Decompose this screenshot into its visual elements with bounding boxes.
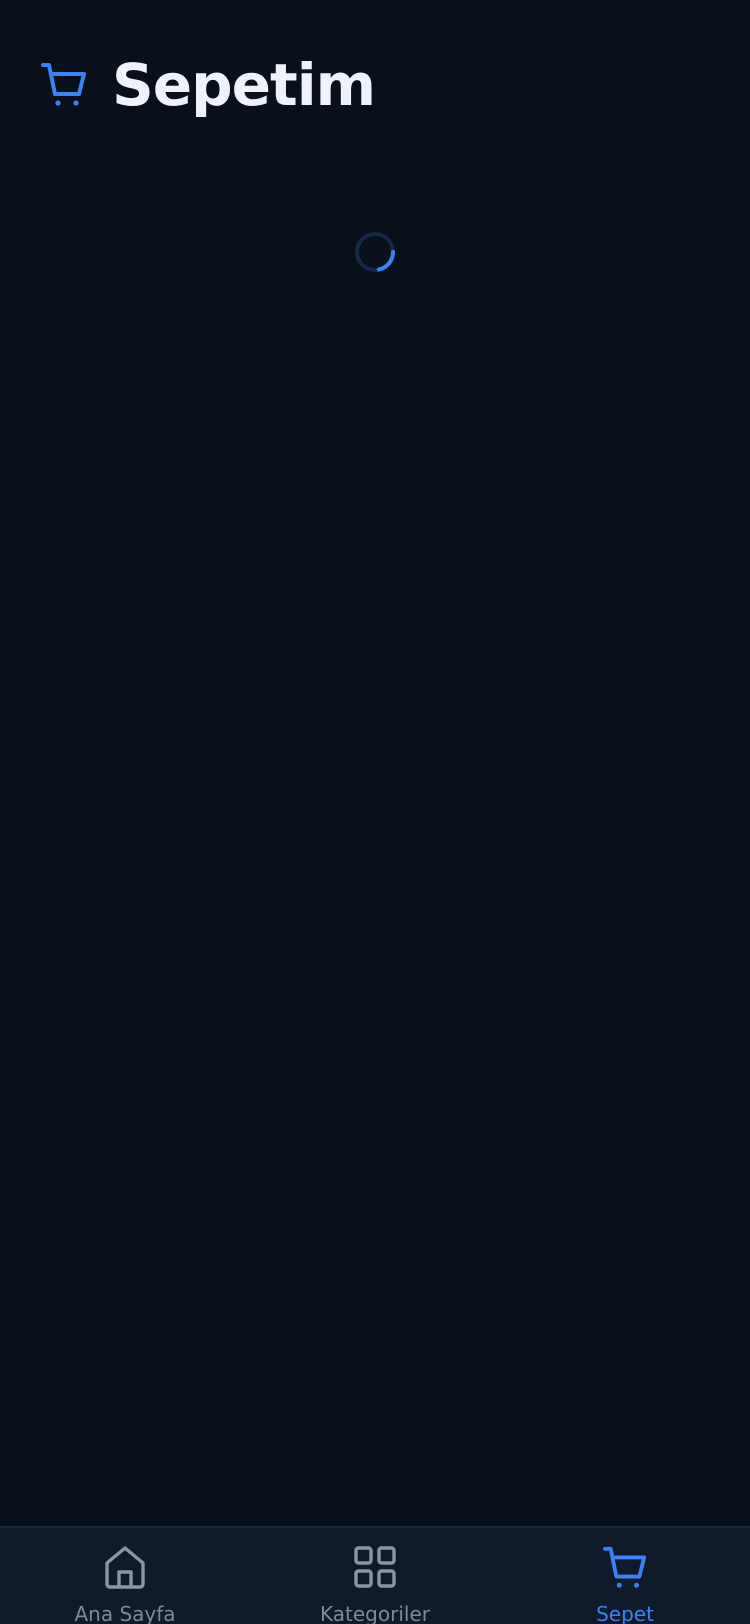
- tab-label-ana-sayfa: Ana Sayfa: [74, 1602, 176, 1624]
- cart-icon: [40, 60, 88, 108]
- loading-spinner-icon: [353, 230, 397, 274]
- page-title: Sepetim: [112, 51, 376, 119]
- cart-icon: [602, 1544, 648, 1590]
- tab-kategoriler[interactable]: Kategoriler: [250, 1528, 500, 1624]
- tab-label-kategoriler: Kategoriler: [320, 1602, 430, 1624]
- bottom-tab-bar: Ana Sayfa Kategoriler Sepet: [0, 1526, 750, 1624]
- tab-sepet[interactable]: Sepet: [500, 1528, 750, 1624]
- tab-label-sepet: Sepet: [596, 1602, 654, 1624]
- home-icon: [102, 1544, 148, 1590]
- tab-ana-sayfa[interactable]: Ana Sayfa: [0, 1528, 250, 1624]
- page-header: Sepetim: [0, 0, 750, 170]
- grid-icon: [352, 1544, 398, 1590]
